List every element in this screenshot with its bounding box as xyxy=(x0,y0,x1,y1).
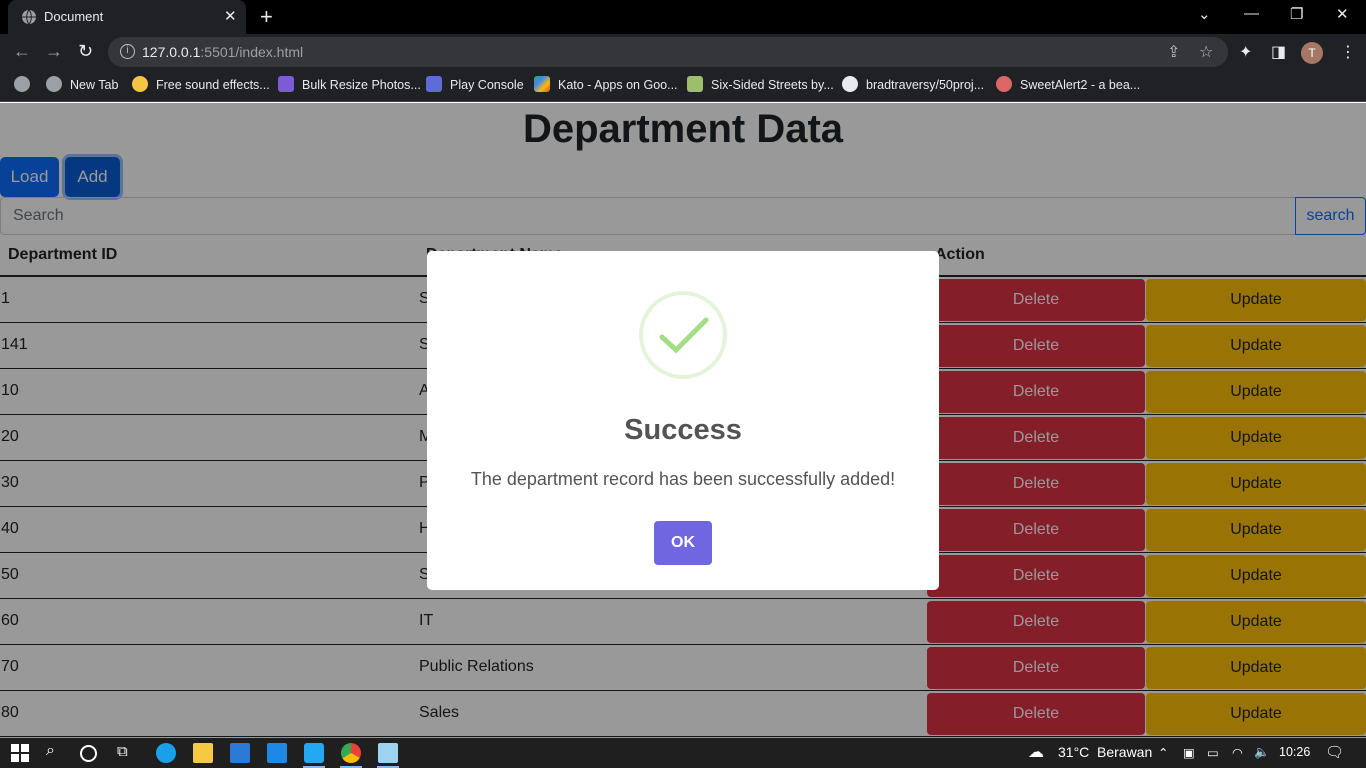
close-tab-icon[interactable]: ✕ xyxy=(224,7,237,25)
chevron-up-icon[interactable]: ⌃ xyxy=(1158,745,1168,760)
bookmark-star-icon[interactable]: ☆ xyxy=(1199,42,1213,62)
bookmarks-bar: New Tab Free sound effects... Bulk Resiz… xyxy=(0,70,1366,102)
edge-icon[interactable] xyxy=(156,743,176,763)
reload-icon[interactable]: ↻ xyxy=(78,41,93,62)
search-icon[interactable]: ⌕ xyxy=(46,742,55,760)
url-path: :5501/index.html xyxy=(200,44,304,60)
file-explorer-icon[interactable] xyxy=(193,743,213,763)
ok-button[interactable]: OK xyxy=(654,521,712,565)
sweetalert-icon xyxy=(996,76,1012,92)
new-tab-icon[interactable]: + xyxy=(260,4,273,30)
browser-tab[interactable]: Document ✕ xyxy=(8,0,246,34)
browser-tabbar: Document ✕ + ⌄ — ❐ ✕ xyxy=(0,0,1366,34)
forward-icon[interactable]: → xyxy=(45,41,63,62)
bookmark-new-tab[interactable]: New Tab xyxy=(46,76,118,96)
volume-icon[interactable]: 🔈 xyxy=(1254,745,1270,760)
windows-taskbar: ⌕ ⧉ ☁ 31°C Berawan ⌃ ▣ ▭ ◠ 🔈 10:26 🗨 xyxy=(0,738,1366,768)
store-icon[interactable] xyxy=(230,743,250,763)
bookmark-label: Six-Sided Streets by... xyxy=(711,78,834,92)
bookmark-label: bradtraversy/50proj... xyxy=(866,78,985,92)
side-panel-icon[interactable]: ◨ xyxy=(1271,42,1286,62)
extensions-icon[interactable]: ✦ xyxy=(1239,42,1252,62)
window-close-icon[interactable]: ✕ xyxy=(1336,5,1349,23)
check-icon xyxy=(659,317,709,354)
play-console-icon xyxy=(426,76,442,92)
chrome-icon[interactable] xyxy=(341,743,361,763)
globe-icon xyxy=(22,9,36,25)
tab-title: Document xyxy=(44,9,104,24)
wifi-icon[interactable]: ◠ xyxy=(1232,745,1243,760)
vscode-icon[interactable] xyxy=(304,743,324,763)
bookmark-six-sided-streets[interactable]: Six-Sided Streets by... xyxy=(687,76,834,96)
github-icon xyxy=(842,76,858,92)
notifications-icon[interactable]: 🗨 xyxy=(1325,743,1344,761)
weather-temperature[interactable]: 31°C xyxy=(1058,744,1089,760)
bookmark-github[interactable]: bradtraversy/50proj... xyxy=(842,76,984,96)
bookmark-bulk-resize[interactable]: Bulk Resize Photos... xyxy=(278,76,421,96)
map-tile-icon xyxy=(687,76,703,92)
bookmark-label: New Tab xyxy=(70,78,119,92)
notepad-icon[interactable] xyxy=(378,743,398,763)
photos-icon xyxy=(278,76,294,92)
bookmark-label: Free sound effects... xyxy=(156,78,270,92)
bookmark-label: SweetAlert2 - a bea... xyxy=(1020,78,1141,92)
windows-start-icon[interactable] xyxy=(10,743,30,763)
task-view-icon[interactable]: ⧉ xyxy=(117,743,128,760)
menu-icon[interactable]: ⋮ xyxy=(1340,42,1356,62)
meet-now-icon[interactable]: ▣ xyxy=(1183,745,1195,760)
minimize-icon[interactable]: — xyxy=(1244,5,1259,22)
weather-condition[interactable]: Berawan xyxy=(1097,744,1152,760)
browser-toolbar: ← → ↻ i 127.0.0.1:5501/index.html ⇪ ☆ ✦ … xyxy=(0,34,1366,70)
restore-icon[interactable]: ❐ xyxy=(1290,5,1303,23)
bookmark-sweetalert[interactable]: SweetAlert2 - a bea... xyxy=(996,76,1140,96)
bookmark-label: Kato - Apps on Goo... xyxy=(558,78,678,92)
back-icon[interactable]: ← xyxy=(13,41,31,62)
globe-icon xyxy=(46,76,62,92)
star-burst-icon xyxy=(132,76,148,92)
url-host: 127.0.0.1 xyxy=(142,44,201,60)
dialog-title: Success xyxy=(624,414,742,446)
bookmark-kato[interactable]: Kato - Apps on Goo... xyxy=(534,76,678,96)
share-icon[interactable]: ⇪ xyxy=(1167,42,1180,62)
site-info-icon[interactable]: i xyxy=(120,44,135,59)
tab-search-icon[interactable]: ⌄ xyxy=(1198,5,1211,23)
weather-cloud-icon[interactable]: ☁ xyxy=(1028,742,1044,762)
battery-icon[interactable]: ▭ xyxy=(1207,745,1219,760)
bookmark-play-console[interactable]: Play Console xyxy=(426,76,524,96)
cortana-icon[interactable] xyxy=(80,745,97,762)
address-bar[interactable]: i 127.0.0.1:5501/index.html ⇪ ☆ xyxy=(108,37,1228,67)
apps-icon[interactable] xyxy=(14,76,38,96)
success-dialog: Success The department record has been s… xyxy=(427,251,939,590)
clock-time[interactable]: 10:26 xyxy=(1279,745,1310,759)
bookmark-label: Bulk Resize Photos... xyxy=(302,78,421,92)
bookmark-label: Play Console xyxy=(450,78,524,92)
dialog-message: The department record has been successfu… xyxy=(470,469,896,489)
bookmark-sound-effects[interactable]: Free sound effects... xyxy=(132,76,270,96)
avatar[interactable]: T xyxy=(1301,42,1323,64)
url-text: 127.0.0.1:5501/index.html xyxy=(142,44,303,60)
mail-icon[interactable] xyxy=(267,743,287,763)
google-play-icon xyxy=(534,76,550,92)
